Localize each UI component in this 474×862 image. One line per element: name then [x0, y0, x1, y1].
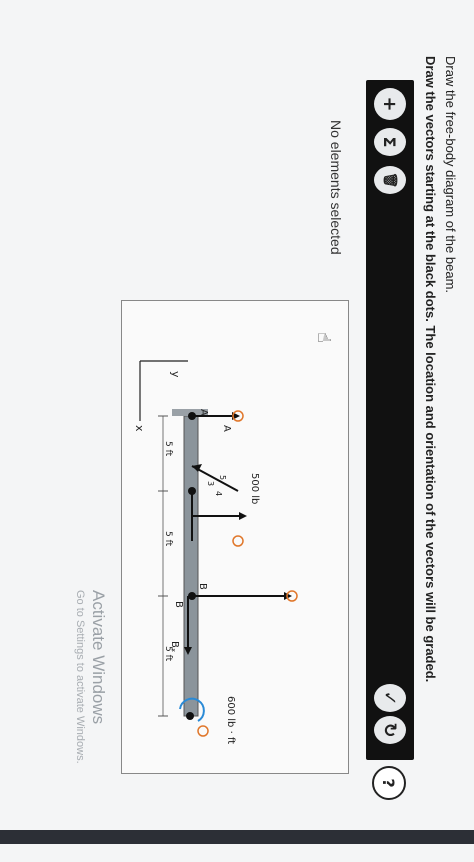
point-b-label: B — [173, 601, 184, 608]
moment-label: 600 lb · ft — [225, 696, 236, 744]
axis-x-label: x — [133, 425, 146, 432]
taskbar-strip — [0, 830, 474, 844]
point-a-label: A — [198, 409, 209, 416]
handle-dot[interactable] — [232, 535, 244, 547]
instruction-text: Draw the free-body diagram of the beam. — [443, 56, 458, 294]
reaction-ay-label: A — [221, 425, 232, 432]
dim-label: 5 ft — [163, 646, 173, 662]
instruction-bold-text: Draw the vectors starting at the black d… — [423, 56, 438, 683]
dim-label: 5 ft — [163, 531, 173, 547]
dim-label: 5 ft — [163, 441, 173, 457]
reset-icon[interactable]: ↻ — [374, 716, 406, 744]
hand-cursor-icon: ☝ — [313, 332, 334, 343]
handle-dot[interactable] — [197, 725, 209, 737]
activation-watermark-title: Activate Windows — [89, 590, 108, 725]
selection-status: No elements selected — [328, 120, 344, 255]
drawing-toolbar: + Σ 🗑 ✓ ↻ — [366, 80, 414, 760]
load-label: 500 lb — [249, 473, 260, 504]
end-point-dot[interactable] — [186, 712, 194, 720]
vector-2-arrowhead — [239, 512, 247, 520]
ratio-5: 5 — [218, 475, 227, 480]
beam-diagram: y x A A 500 lb 3 4 5 B B Bₓ 600 lb · ft … — [133, 360, 298, 744]
add-vector-button[interactable]: + — [374, 88, 406, 120]
drawing-canvas[interactable]: y x A A 500 lb 3 4 5 B B Bₓ 600 lb · ft … — [121, 300, 349, 774]
ratio-4: 4 — [214, 491, 223, 496]
load-point-dot[interactable] — [188, 487, 196, 495]
ratio-3: 3 — [206, 481, 215, 486]
trash-icon[interactable]: 🗑 — [374, 166, 406, 194]
app-view: Draw the free-body diagram of the beam. … — [0, 0, 474, 862]
check-icon[interactable]: ✓ — [374, 684, 406, 712]
beam — [183, 415, 199, 717]
axis-y-label: y — [169, 371, 182, 378]
activation-watermark-subtitle: Go to Settings to activate Windows. — [74, 590, 86, 764]
reaction-by-label: B — [197, 583, 208, 590]
sigma-button[interactable]: Σ — [374, 128, 406, 156]
help-button[interactable]: ? — [372, 766, 406, 800]
